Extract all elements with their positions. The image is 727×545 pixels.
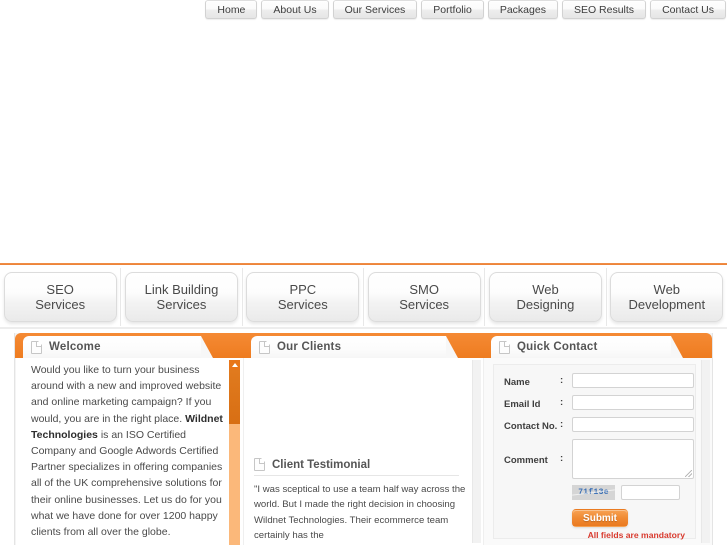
service-button-web-designing[interactable]: Web Designing bbox=[488, 272, 602, 322]
form-row-comment: Comment : bbox=[494, 439, 695, 479]
name-colon: : bbox=[560, 375, 564, 386]
email-input[interactable] bbox=[572, 395, 694, 410]
service-seo-line1: SEO bbox=[46, 282, 74, 297]
panel-welcome-body: Would you like to turn your business aro… bbox=[16, 358, 243, 545]
panel-our-clients: Our Clients Client Testimonial "I was sc… bbox=[243, 333, 483, 545]
grey-divider bbox=[0, 327, 727, 329]
panel-clients-tab: Our Clients bbox=[251, 336, 458, 358]
contact-scrollbar[interactable] bbox=[701, 360, 710, 543]
scroll-up-arrow-icon[interactable] bbox=[229, 360, 240, 370]
mandatory-fields-note: All fields are mandatory bbox=[587, 530, 685, 540]
form-row-email: Email Id : bbox=[494, 395, 695, 412]
nav-contact-us[interactable]: Contact Us bbox=[650, 0, 726, 19]
panel-contact-body: Name : Email Id : Contact No. : Comment … bbox=[483, 358, 712, 545]
contact-no-label: Contact No. bbox=[504, 421, 558, 432]
client-testimonial-title: Client Testimonial bbox=[272, 458, 371, 471]
service-cell-web-development: Web Development bbox=[607, 268, 727, 326]
quick-contact-form: Name : Email Id : Contact No. : Comment … bbox=[493, 364, 696, 540]
service-cell-web-designing: Web Designing bbox=[485, 268, 607, 326]
nav-our-services[interactable]: Our Services bbox=[332, 0, 418, 19]
service-smo-line1: SMO bbox=[409, 282, 439, 297]
service-button-seo-services[interactable]: SEO Services bbox=[3, 272, 117, 322]
panel-clients-header: Our Clients bbox=[243, 333, 483, 358]
welcome-scrollbar-thumb[interactable] bbox=[229, 370, 240, 424]
email-colon: : bbox=[560, 397, 564, 408]
comment-colon: : bbox=[560, 453, 564, 464]
captcha-row: 71f13e bbox=[494, 485, 695, 500]
nav-portfolio-label: Portfolio bbox=[433, 3, 472, 16]
email-label: Email Id bbox=[504, 399, 541, 410]
welcome-paragraph-1: Would you like to turn your business aro… bbox=[31, 362, 223, 540]
orange-divider bbox=[0, 263, 727, 265]
name-input[interactable] bbox=[572, 373, 694, 388]
service-button-link-building-services[interactable]: Link Building Services bbox=[124, 272, 238, 322]
service-button-smo-services[interactable]: SMO Services bbox=[367, 272, 481, 322]
service-cell-link-building: Link Building Services bbox=[121, 268, 243, 326]
submit-button-label: Submit bbox=[583, 512, 617, 524]
panel-welcome-tab: Welcome bbox=[23, 336, 213, 358]
service-button-web-development[interactable]: Web Development bbox=[610, 272, 724, 322]
page-root: Home About Us Our Services Portfolio Pac… bbox=[0, 0, 727, 545]
captcha-input[interactable] bbox=[621, 485, 680, 500]
panel-contact-tab: Quick Contact bbox=[491, 336, 683, 358]
service-cell-smo: SMO Services bbox=[364, 268, 486, 326]
service-button-ppc-services[interactable]: PPC Services bbox=[246, 272, 360, 322]
service-web-development-line2: Development bbox=[628, 297, 706, 312]
client-testimonial-header: Client Testimonial bbox=[254, 458, 459, 476]
nav-packages[interactable]: Packages bbox=[487, 0, 558, 19]
panel-contact-header: Quick Contact bbox=[483, 333, 712, 358]
nav-seo-results-label: SEO Results bbox=[573, 3, 635, 16]
document-icon bbox=[254, 458, 265, 471]
nav-about-us-label: About Us bbox=[273, 3, 317, 16]
document-icon bbox=[499, 340, 510, 354]
form-row-contact-no: Contact No. : bbox=[494, 417, 695, 434]
panel-clients-body: Client Testimonial "I was sceptical to u… bbox=[243, 358, 483, 545]
contact-no-colon: : bbox=[560, 419, 564, 430]
panel-clients-title: Our Clients bbox=[277, 341, 342, 353]
service-cell-ppc: PPC Services bbox=[243, 268, 364, 326]
top-navigation: Home About Us Our Services Portfolio Pac… bbox=[0, 0, 727, 22]
client-testimonial-text: "I was sceptical to use a team half way … bbox=[254, 484, 466, 542]
welcome-scrollbar[interactable] bbox=[229, 360, 240, 545]
banner-area bbox=[0, 22, 727, 263]
service-link-building-line1: Link Building bbox=[144, 282, 219, 297]
service-link-building-line2: Services bbox=[156, 297, 207, 312]
panel-contact-title: Quick Contact bbox=[517, 341, 598, 353]
service-web-designing-line1: Web bbox=[532, 282, 559, 297]
clients-logo-area bbox=[244, 358, 466, 453]
service-cell-seo: SEO Services bbox=[0, 268, 122, 326]
service-ppc-line1: PPC bbox=[289, 282, 317, 297]
captcha-image: 71f13e bbox=[572, 485, 615, 500]
nav-portfolio[interactable]: Portfolio bbox=[421, 0, 484, 19]
service-web-designing-line2: Designing bbox=[516, 297, 575, 312]
name-label: Name bbox=[504, 377, 530, 388]
nav-home[interactable]: Home bbox=[205, 0, 258, 19]
service-smo-line2: Services bbox=[399, 297, 450, 312]
service-seo-line2: Services bbox=[35, 297, 86, 312]
nav-packages-label: Packages bbox=[499, 3, 546, 16]
document-icon bbox=[31, 340, 42, 354]
panel-welcome-header: Welcome bbox=[15, 333, 243, 358]
document-icon bbox=[259, 340, 270, 354]
contact-no-input[interactable] bbox=[572, 417, 694, 432]
panel-welcome-title: Welcome bbox=[49, 341, 101, 353]
comment-label: Comment bbox=[504, 455, 548, 466]
nav-contact-us-label: Contact Us bbox=[662, 3, 714, 16]
nav-home-label: Home bbox=[217, 3, 246, 16]
content-columns: Welcome Would you like to turn your busi… bbox=[14, 333, 713, 545]
nav-about-us[interactable]: About Us bbox=[261, 0, 329, 19]
submit-button[interactable]: Submit bbox=[572, 509, 628, 527]
service-ppc-line2: Services bbox=[277, 297, 328, 312]
form-row-name: Name : bbox=[494, 373, 695, 390]
service-web-development-line1: Web bbox=[653, 282, 681, 297]
panel-welcome: Welcome Would you like to turn your busi… bbox=[15, 333, 243, 545]
welcome-p1-c: is an ISO Certified Company and Google A… bbox=[31, 428, 223, 539]
nav-our-services-label: Our Services bbox=[344, 3, 406, 16]
nav-seo-results[interactable]: SEO Results bbox=[561, 0, 647, 19]
welcome-text-block: Would you like to turn your business aro… bbox=[31, 362, 223, 545]
service-buttons-bar: SEO Services Link Building Services PPC … bbox=[0, 268, 727, 326]
comment-textarea[interactable] bbox=[572, 439, 694, 479]
panel-quick-contact: Quick Contact Name : Email Id : Contact … bbox=[483, 333, 712, 545]
clients-scrollbar[interactable] bbox=[472, 360, 481, 543]
